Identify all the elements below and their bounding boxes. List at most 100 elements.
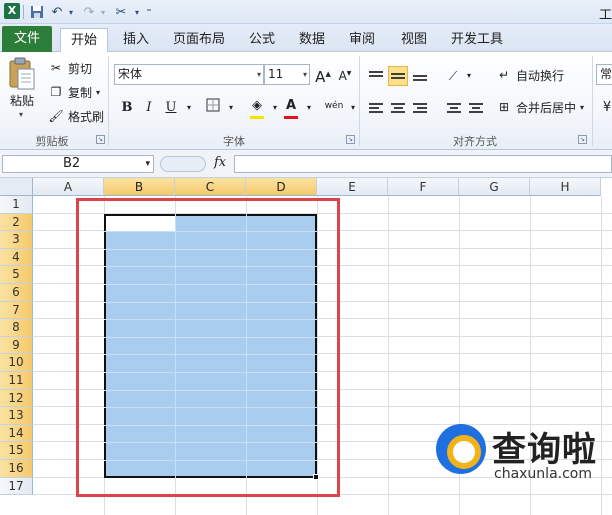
column-header-f[interactable]: F (388, 178, 459, 196)
column-header-a[interactable]: A (33, 178, 104, 196)
row-header-7[interactable]: 7 (0, 301, 33, 320)
dialog-launcher-icon[interactable]: ↘ (96, 135, 105, 144)
column-header-d[interactable]: D (246, 178, 317, 196)
align-center-button[interactable] (388, 98, 408, 118)
phonetic-guide-button[interactable]: wén (322, 96, 346, 116)
copy-button[interactable]: ❐ 复制 ▾ (48, 83, 100, 101)
grow-font-button[interactable]: A▲ (314, 64, 332, 86)
window-title: 工 (598, 8, 612, 23)
bold-button[interactable]: B (118, 98, 136, 118)
chevron-down-icon[interactable]: ▾ (94, 3, 112, 21)
tab-page-layout[interactable]: 页面布局 (164, 28, 234, 52)
column-header-g[interactable]: G (459, 178, 530, 196)
align-middle-button[interactable] (388, 66, 408, 86)
font-color-swatch (284, 116, 298, 119)
row-header-9[interactable]: 9 (0, 336, 33, 355)
paste-button[interactable]: 粘贴 (10, 92, 34, 109)
chevron-down-icon[interactable]: ▾ (460, 66, 478, 86)
align-right-button[interactable] (410, 98, 430, 118)
column-header-h[interactable]: H (530, 178, 601, 196)
tab-review[interactable]: 审阅 (340, 28, 384, 52)
shrink-font-button[interactable]: A▼ (336, 64, 354, 84)
font-name-combo[interactable]: 宋体 ▾ (114, 64, 264, 85)
underline-button[interactable]: U (162, 98, 180, 118)
column-header-e[interactable]: E (317, 178, 388, 196)
row-header-11[interactable]: 11 (0, 372, 33, 390)
chevron-down-icon[interactable]: ▾ (145, 156, 150, 172)
font-size-combo[interactable]: 11 ▾ (264, 64, 310, 85)
paste-icon[interactable] (8, 57, 36, 91)
group-divider (592, 56, 593, 146)
row-header-15[interactable]: 15 (0, 442, 33, 460)
copy-label: 复制 (68, 85, 93, 100)
row-header-3[interactable]: 3 (0, 231, 33, 249)
row-header-10[interactable]: 10 (0, 354, 33, 372)
row-header-13[interactable]: 13 (0, 407, 33, 425)
row-header-5[interactable]: 5 (0, 266, 33, 284)
row-header-8[interactable]: 8 (0, 319, 33, 337)
customize-toolbar-icon[interactable]: ⁼ (140, 3, 158, 21)
tab-insert[interactable]: 插入 (114, 28, 158, 52)
cut-button[interactable]: ✂ 剪切 (48, 59, 92, 77)
watermark-logo-icon (436, 424, 486, 474)
select-all-corner[interactable] (0, 178, 33, 196)
tab-formulas[interactable]: 公式 (240, 28, 284, 52)
ribbon-tabs: 文件 开始 插入 页面布局 公式 数据 审阅 视图 开发工具 (0, 24, 612, 53)
chevron-down-icon[interactable]: ▾ (300, 98, 318, 118)
row-header-17[interactable]: 17 (0, 477, 33, 496)
increase-indent-icon[interactable] (466, 98, 486, 118)
watermark-url: chaxunla.com (494, 466, 592, 482)
dialog-launcher-icon[interactable]: ↘ (578, 135, 587, 144)
formula-input[interactable] (234, 155, 612, 173)
currency-format-icon[interactable]: ¥ (598, 98, 612, 118)
tab-view[interactable]: 视图 (392, 28, 436, 52)
scissors-icon: ✂ (50, 61, 62, 75)
merge-center-label: 合并后居中 (516, 100, 577, 115)
wrap-text-button[interactable]: ↵ 自动换行 (496, 66, 564, 84)
row-header-2[interactable]: 2 (0, 213, 33, 232)
font-color-button[interactable]: A (282, 96, 300, 116)
quick-access-toolbar: X ↶ ▾ ↷ ▾ ✂ ▾ ⁼ 工 (0, 0, 612, 24)
row-header-4[interactable]: 4 (0, 248, 33, 267)
format-painter-button[interactable]: 🖌 格式刷 (48, 107, 104, 125)
decrease-indent-icon[interactable] (444, 98, 464, 118)
italic-button[interactable]: I (140, 98, 158, 118)
tab-home[interactable]: 开始 (60, 28, 108, 53)
align-top-button[interactable] (366, 66, 386, 86)
fill-color-icon[interactable]: ◈ (248, 96, 266, 116)
group-divider (108, 56, 109, 146)
chevron-down-icon[interactable]: ▾ (180, 98, 198, 118)
tab-developer[interactable]: 开发工具 (444, 28, 510, 52)
column-header-b[interactable]: B (104, 178, 175, 196)
save-icon[interactable] (28, 3, 46, 21)
row-header-14[interactable]: 14 (0, 424, 33, 443)
name-box[interactable]: B2 ▾ (2, 155, 154, 173)
chevron-down-icon[interactable]: ▾ (62, 3, 80, 21)
merge-center-button[interactable]: ⊞ 合并后居中 ▾ (496, 98, 584, 116)
align-bottom-button[interactable] (410, 66, 430, 86)
chevron-down-icon[interactable]: ▾ (303, 65, 307, 84)
row-header-1[interactable]: 1 (0, 196, 33, 214)
formula-bar-resizer[interactable] (160, 156, 206, 172)
column-header-c[interactable]: C (175, 178, 246, 196)
paintbrush-icon: 🖌 (48, 109, 64, 123)
align-left-button[interactable] (366, 98, 386, 118)
number-format-combo[interactable]: 常 (596, 64, 612, 85)
borders-icon[interactable] (204, 98, 222, 118)
chevron-down-icon[interactable]: ▾ (257, 65, 261, 84)
chevron-down-icon[interactable]: ▾ (19, 110, 23, 119)
tab-file[interactable]: 文件 (2, 26, 52, 52)
format-painter-label: 格式刷 (68, 109, 105, 124)
font-name-value: 宋体 (118, 67, 143, 81)
chevron-down-icon[interactable]: ▾ (222, 98, 240, 118)
dialog-launcher-icon[interactable]: ↘ (346, 135, 355, 144)
font-size-value: 11 (268, 67, 284, 81)
cut-label: 剪切 (68, 61, 93, 76)
excel-app-icon[interactable]: X (4, 3, 20, 19)
row-header-12[interactable]: 12 (0, 389, 33, 408)
tab-data[interactable]: 数据 (290, 28, 334, 52)
insert-function-button[interactable]: fx (214, 155, 226, 170)
row-header-16[interactable]: 16 (0, 460, 33, 478)
row-header-6[interactable]: 6 (0, 284, 33, 302)
name-box-value: B2 (63, 156, 81, 171)
